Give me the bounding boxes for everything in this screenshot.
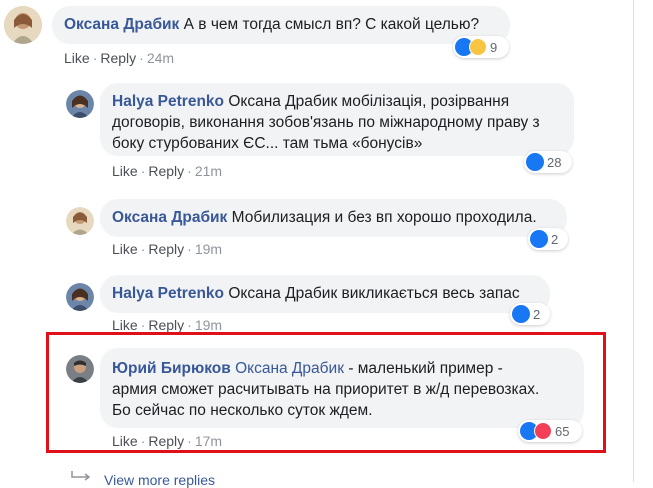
like-reaction-icon: [526, 153, 544, 171]
reactions-count: 2: [533, 306, 541, 322]
highlight-frame: [46, 332, 606, 453]
reactions-count: 28: [547, 154, 562, 170]
comment-actions: Like · Reply · 19m: [112, 241, 222, 257]
avatar[interactable]: [66, 283, 94, 311]
comment-text: А в чем тогда смысл вп? С какой целью?: [183, 16, 480, 33]
reply-link[interactable]: Reply: [100, 50, 136, 66]
view-more-replies-link[interactable]: View more replies: [104, 472, 215, 488]
separator-dot: ·: [92, 50, 98, 66]
like-link[interactable]: Like: [112, 163, 138, 179]
comment-actions: Like · Reply · 21m: [112, 163, 222, 179]
comment-text-line: Оксана Драбик мобілізація, розірвання: [228, 93, 510, 110]
separator-dot: ·: [140, 163, 146, 179]
comment-bubble: Оксана Драбик Мобилизация и без вп хорош…: [100, 199, 567, 237]
separator-dot: ·: [140, 241, 146, 257]
separator-dot: ·: [187, 317, 192, 333]
comment-author[interactable]: Оксана Драбик: [112, 209, 227, 226]
comment-time[interactable]: 19m: [195, 317, 222, 333]
separator-dot: ·: [187, 163, 192, 179]
reactions-badge[interactable]: 2: [510, 303, 550, 325]
comment-author[interactable]: Halya Petrenko: [112, 93, 224, 110]
like-reaction-icon: [512, 305, 530, 323]
comment-author[interactable]: Halya Petrenko: [112, 285, 224, 302]
reply-link[interactable]: Reply: [148, 241, 184, 257]
reactions-badge[interactable]: 28: [524, 151, 572, 173]
reactions-count: 2: [551, 231, 559, 247]
comment-text-line: боку стурбованих ЄС... там тьма «бонусів…: [112, 135, 423, 152]
separator-dot: ·: [187, 241, 192, 257]
haha-reaction-icon: [469, 38, 487, 56]
comment-text: Оксана Драбик викликається весь запас: [228, 285, 520, 302]
reactions-badge[interactable]: 2: [528, 228, 568, 250]
comment-author[interactable]: Оксана Драбик: [64, 16, 179, 33]
reply-link[interactable]: Reply: [148, 163, 184, 179]
like-reaction-icon: [530, 230, 548, 248]
reactions-badge[interactable]: 9: [453, 36, 509, 58]
comment-bubble: Оксана Драбик А в чем тогда смысл вп? С …: [52, 6, 510, 44]
reactions-count: 9: [490, 39, 498, 55]
reply-link[interactable]: Reply: [148, 317, 184, 333]
like-link[interactable]: Like: [112, 241, 138, 257]
like-link[interactable]: Like: [112, 317, 138, 333]
avatar[interactable]: [4, 6, 42, 44]
comment-bubble: Halya Petrenko Оксана Драбик викликаєтьс…: [100, 275, 550, 313]
comment-actions: Like · Reply · 24m: [64, 50, 174, 66]
separator-dot: ·: [139, 50, 144, 66]
avatar[interactable]: [66, 207, 94, 235]
comment-time[interactable]: 21m: [195, 163, 222, 179]
comment-text-line: договорів, виконання зобов'язань по міжн…: [112, 114, 540, 131]
comment-time[interactable]: 24m: [147, 50, 174, 66]
comment-text: Мобилизация и без вп хорошо проходила.: [231, 209, 537, 226]
comment-time[interactable]: 19m: [195, 241, 222, 257]
separator-dot: ·: [140, 317, 146, 333]
comment-bubble: Halya Petrenko Оксана Драбик мобілізація…: [100, 83, 574, 156]
like-link[interactable]: Like: [64, 50, 90, 66]
reply-arrow-icon: [71, 471, 91, 481]
comment-actions: Like · Reply · 19m: [112, 317, 222, 333]
scrollbar-track[interactable]: [633, 0, 634, 482]
avatar[interactable]: [66, 90, 94, 118]
